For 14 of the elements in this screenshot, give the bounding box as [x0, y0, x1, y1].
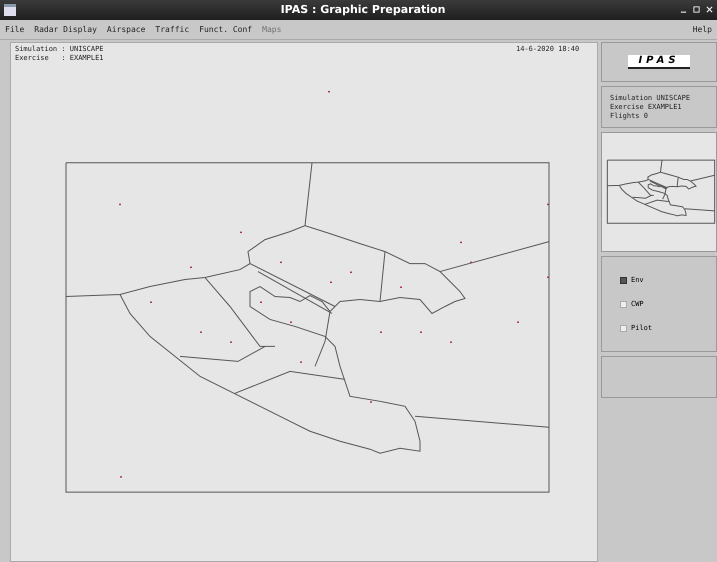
menu-item[interactable]: Funct. Conf — [194, 24, 258, 34]
window-icon — [4, 4, 16, 16]
checkbox[interactable] — [620, 276, 627, 284]
maximize-icon[interactable] — [693, 6, 700, 14]
menu-item[interactable]: Traffic — [150, 24, 194, 34]
checkbox[interactable] — [620, 324, 627, 332]
menu-item[interactable]: Radar Display — [29, 24, 102, 34]
window-title: IPAS : Graphic Preparation — [280, 3, 446, 16]
checkbox[interactable] — [620, 300, 627, 308]
close-icon[interactable] — [706, 6, 713, 14]
menu-item[interactable]: File — [0, 24, 30, 34]
logo: IPAS — [628, 55, 690, 69]
menu-item[interactable]: Help — [688, 24, 717, 34]
menu-item[interactable]: Airspace — [102, 24, 150, 34]
